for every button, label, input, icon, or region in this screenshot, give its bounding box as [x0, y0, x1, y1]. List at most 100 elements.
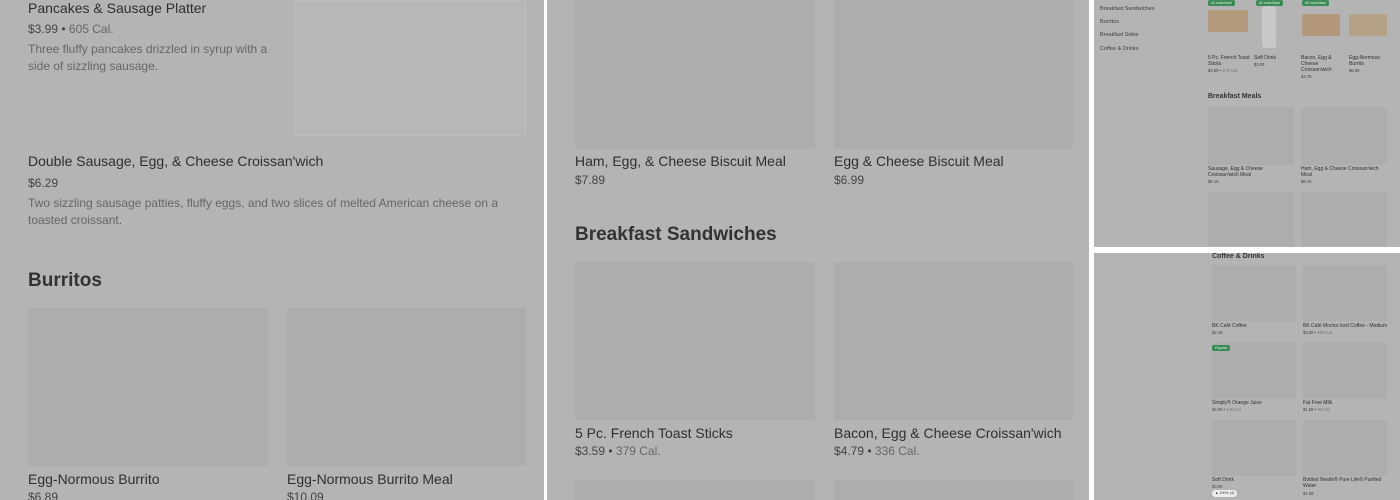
item-title[interactable]: 5 Pc. French Toast Sticks: [575, 425, 733, 441]
menu-panel-left: Pancakes & Sausage Platter $3.99 • 605 C…: [0, 0, 544, 500]
item-image-placeholder[interactable]: [575, 0, 815, 149]
rating-pill: ▲ 100% (4): [1212, 490, 1238, 497]
menu-overview-bottom: Coffee & Drinks BK Café Coffee $2.19 BK …: [1094, 253, 1400, 500]
sidebar-item-burritos[interactable]: Burritos: [1100, 19, 1119, 25]
item-image-placeholder[interactable]: [1303, 265, 1387, 321]
item-calories: 336 Cal.: [874, 444, 920, 458]
item-title[interactable]: Fat Free Milk: [1303, 400, 1387, 406]
popular-badge: Popular: [1212, 345, 1231, 351]
meta-separator: •: [58, 22, 69, 36]
food-image[interactable]: [1302, 14, 1340, 36]
menu-panel-middle: Ham, Egg, & Cheese Biscuit Meal $7.89 Eg…: [547, 0, 1089, 500]
meta-separator: •: [864, 444, 875, 458]
item-title[interactable]: Simply® Orange Juice: [1212, 400, 1296, 406]
item-title[interactable]: Egg-Normous Burrito: [28, 471, 160, 487]
item-title[interactable]: 5 Pc. French Toast Sticks: [1208, 55, 1250, 67]
item-title[interactable]: BK Café Mocha Iced Coffee - Medium: [1303, 323, 1397, 329]
item-price: $2.59: [1212, 407, 1223, 412]
item-price: $10.09: [287, 490, 324, 500]
item-price: $3.59: [575, 444, 606, 458]
menu-item-pancakes[interactable]: Pancakes & Sausage Platter: [28, 0, 206, 16]
item-title[interactable]: BK Café Coffee: [1212, 323, 1296, 329]
item-title[interactable]: Egg-Normous Burrito: [1349, 55, 1391, 67]
meta-separator: •: [605, 444, 616, 458]
item-price-calories: $3.59 • 379 Cal.: [1208, 68, 1238, 73]
food-image[interactable]: [1349, 14, 1387, 36]
sidebar-item-breakfast-sides[interactable]: Breakfast Sides: [1100, 32, 1139, 38]
item-title[interactable]: Bacon, Egg & Cheese Croissan'wich: [1301, 55, 1343, 73]
item-image-placeholder[interactable]: [287, 308, 526, 466]
section-title-breakfast-sandwiches: Breakfast Sandwiches: [575, 224, 777, 245]
item-price: $3.09: [1254, 62, 1265, 67]
item-price: $4.79: [1301, 74, 1312, 79]
item-price-calories: $1.59 • 90 Cal.: [1303, 407, 1331, 412]
section-title-breakfast-meals: Breakfast Meals: [1208, 93, 1262, 100]
item-calories: 605 Cal.: [68, 22, 114, 36]
item-title[interactable]: Sausage, Egg & Cheese Croissan'wich Meal: [1208, 166, 1294, 178]
item-image-placeholder[interactable]: [1212, 343, 1296, 399]
item-title: Pancakes & Sausage Platter: [28, 0, 207, 16]
item-price: $6.29: [28, 176, 59, 190]
item-price: $6.89: [28, 490, 59, 500]
item-price: $4.79: [834, 444, 865, 458]
most-liked-badge: #2 most liked: [1208, 0, 1235, 6]
item-image-placeholder[interactable]: [834, 262, 1073, 420]
item-image-placeholder[interactable]: [294, 0, 526, 136]
item-price-calories: $2.59 • 140 Cal.: [1212, 407, 1242, 412]
item-price-calories: $3.99 • 605 Cal.: [28, 22, 114, 36]
item-price: $3.09: [1212, 484, 1223, 489]
menu-item-double-croissanwich[interactable]: Double Sausage, Egg, & Cheese Croissan'w…: [28, 153, 323, 169]
item-price-calories: $4.79 • 336 Cal.: [834, 444, 920, 458]
section-title-burritos: Burritos: [28, 270, 102, 291]
sidebar-item-breakfast-sandwiches[interactable]: Breakfast Sandwiches: [1100, 6, 1154, 12]
item-title[interactable]: Ham, Egg, & Cheese Biscuit Meal: [575, 153, 786, 169]
item-price: $6.89: [1349, 68, 1360, 73]
item-image-placeholder[interactable]: [1208, 192, 1294, 247]
item-price: $6.19: [1301, 179, 1312, 184]
item-price: $1.89: [1303, 491, 1314, 496]
item-image-placeholder[interactable]: [1303, 420, 1387, 476]
item-image-placeholder[interactable]: [834, 480, 1073, 500]
item-title[interactable]: Soft Drink: [1212, 477, 1296, 483]
item-price: $7.89: [575, 173, 606, 187]
item-image-placeholder[interactable]: [1303, 343, 1387, 399]
item-calories: 379 Cal.: [1222, 68, 1238, 73]
item-image-placeholder[interactable]: [575, 262, 815, 420]
food-image[interactable]: [1208, 10, 1248, 32]
item-price-calories: $3.59 • 250 Cal.: [1303, 330, 1333, 335]
item-image-placeholder[interactable]: [1212, 420, 1296, 476]
item-title[interactable]: Bottled Nestlé® Pure Life® Purified Wate…: [1303, 477, 1391, 489]
item-price: $3.59: [1208, 68, 1219, 73]
item-image-placeholder[interactable]: [28, 308, 268, 466]
menu-overview-top: Breakfast Sandwiches Burritos Breakfast …: [1094, 0, 1400, 247]
item-description: Two sizzling sausage patties, fluffy egg…: [28, 196, 499, 227]
item-image-placeholder[interactable]: [1301, 192, 1387, 247]
item-image-placeholder[interactable]: [575, 480, 815, 500]
section-title-coffee-drinks: Coffee & Drinks: [1212, 253, 1265, 260]
item-price: $1.59: [1303, 407, 1314, 412]
item-title: Double Sausage, Egg, & Cheese Croissan'w…: [28, 153, 324, 169]
item-calories: 90 Cal.: [1317, 407, 1331, 412]
rating-text: 100% (4): [1219, 491, 1235, 495]
sidebar-item-coffee-drinks[interactable]: Coffee & Drinks: [1100, 46, 1138, 52]
soft-drink-cup-image[interactable]: [1262, 6, 1276, 48]
most-liked-badge: #1 most liked: [1256, 0, 1283, 6]
item-title[interactable]: Egg-Normous Burrito Meal: [287, 471, 453, 487]
item-price: $6.19: [1208, 179, 1219, 184]
item-description: Three fluffy pancakes drizzled in syrup …: [28, 42, 268, 73]
item-price: $3.59: [1303, 330, 1314, 335]
item-calories: 379 Cal.: [615, 444, 661, 458]
most-liked-badge: #3 most liked: [1302, 0, 1329, 6]
item-image-placeholder[interactable]: [1208, 107, 1294, 165]
item-image-placeholder[interactable]: [834, 0, 1073, 149]
item-image-placeholder[interactable]: [1301, 107, 1387, 165]
item-price: $6.99: [834, 173, 865, 187]
item-calories: 250 Cal.: [1317, 330, 1333, 335]
item-price: $3.99: [28, 22, 59, 36]
item-title[interactable]: Ham, Egg & Cheese Croissan'wich Meal: [1301, 166, 1387, 178]
item-title[interactable]: Soft Drink: [1254, 55, 1294, 61]
item-title[interactable]: Bacon, Egg & Cheese Croissan'wich: [834, 425, 1062, 441]
item-image-placeholder[interactable]: [1212, 265, 1296, 321]
item-price-calories: $3.59 • 379 Cal.: [575, 444, 661, 458]
item-title[interactable]: Egg & Cheese Biscuit Meal: [834, 153, 1004, 169]
